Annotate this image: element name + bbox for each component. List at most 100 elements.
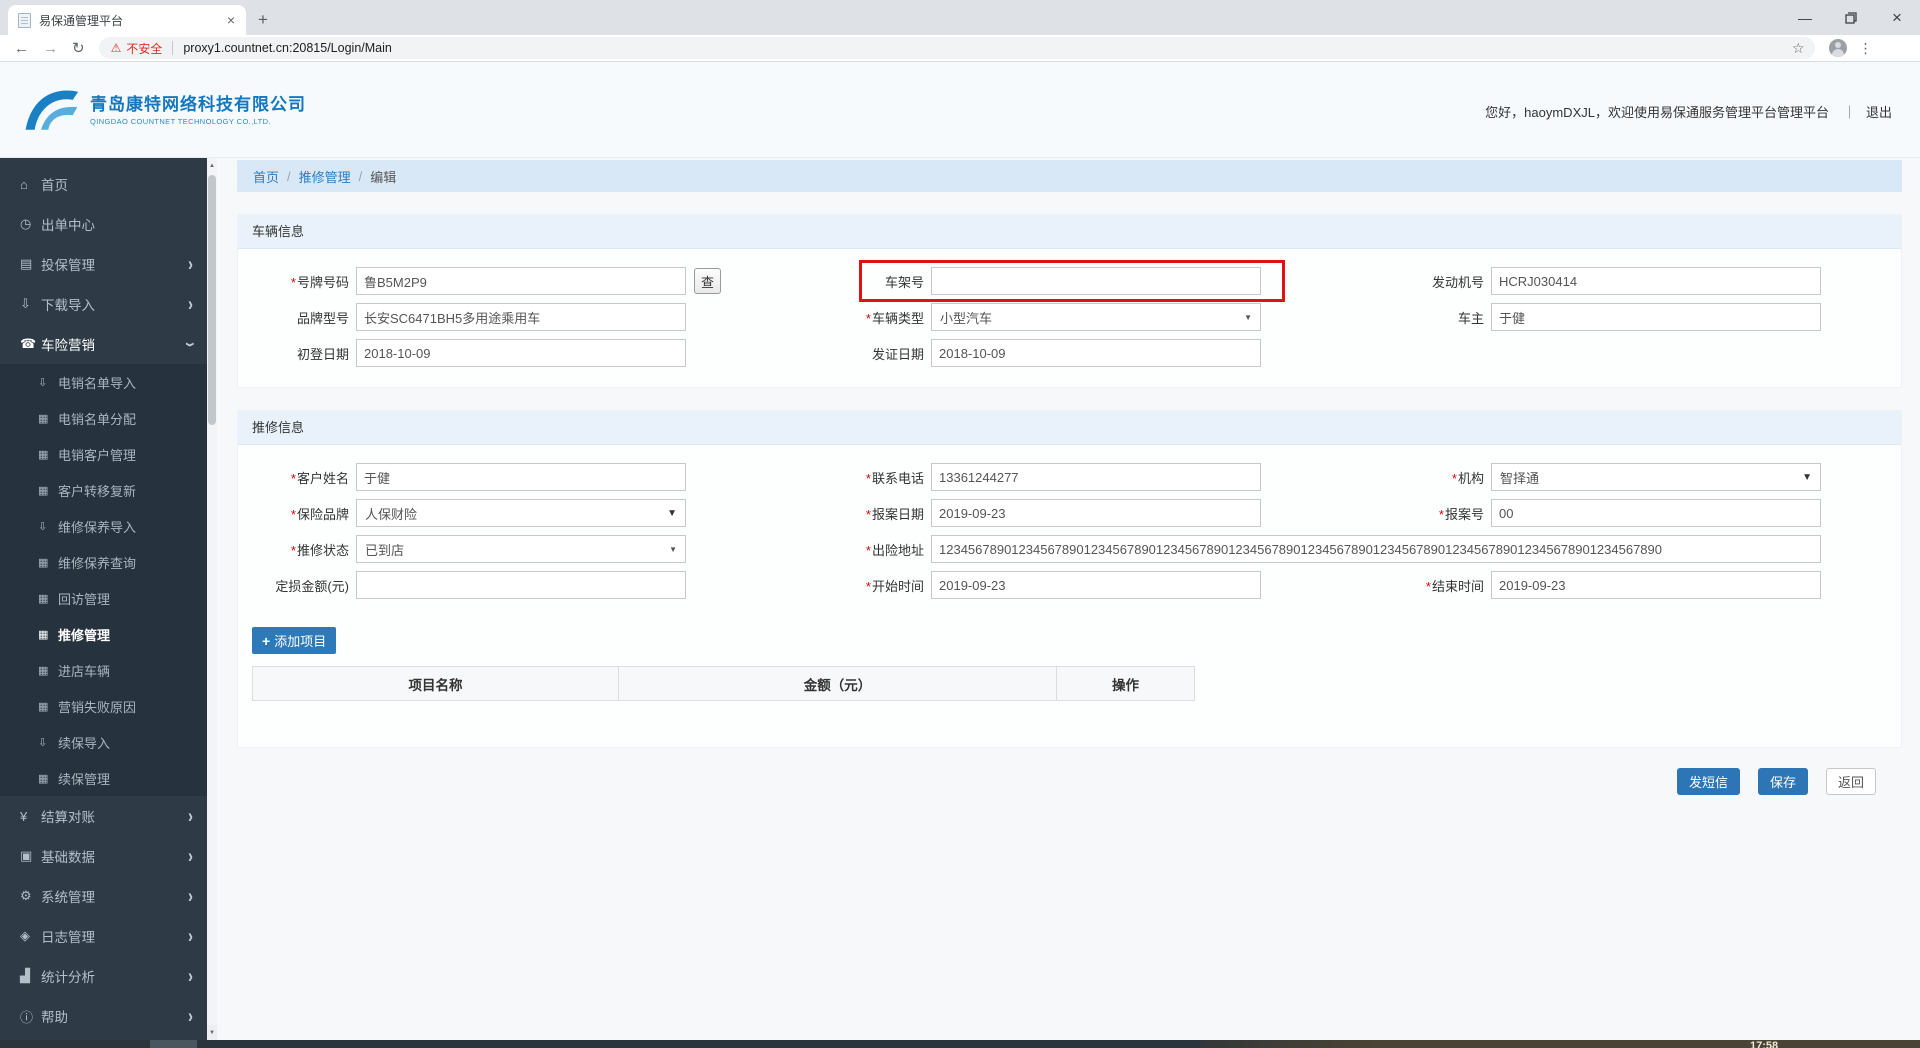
scroll-down-icon[interactable]: ▼ <box>207 1025 217 1040</box>
accident-address-label: 出险地址 <box>871 542 924 558</box>
browser-tab[interactable]: 易保通管理平台 × <box>8 5 246 35</box>
chevron-right-icon: › <box>188 1004 193 1028</box>
insurer-brand-select[interactable]: 人保财险 ▼ <box>356 499 686 527</box>
contact-phone-input[interactable] <box>931 463 1261 491</box>
select-arrow-icon: ▼ <box>1244 312 1252 322</box>
accident-address-input[interactable] <box>931 535 1821 563</box>
select-arrow-icon: ▼ <box>1802 471 1812 483</box>
contact-phone-label: 联系电话 <box>871 470 924 486</box>
grid-icon: ▦ <box>38 412 49 425</box>
grid-icon: ▦ <box>38 448 49 461</box>
tab-close-icon[interactable]: × <box>224 12 238 28</box>
download-icon: ⇩ <box>20 296 31 311</box>
horizontal-scrollbar-thumb[interactable] <box>150 1040 197 1048</box>
reload-icon[interactable]: ↻ <box>72 39 85 57</box>
vin-input[interactable] <box>931 267 1261 295</box>
start-time-label: 开始时间 <box>871 578 924 594</box>
engine-number-input[interactable] <box>1491 267 1821 295</box>
submenu-maintenance-query[interactable]: ▦ 维修保养查询 <box>0 544 207 580</box>
bottom-scrollbar-strip[interactable]: 17:58 <box>0 1040 1920 1048</box>
omnibox-divider <box>172 41 174 55</box>
bookmark-star-icon[interactable]: ☆ <box>1792 40 1805 57</box>
report-date-label: 报案日期 <box>871 506 924 522</box>
window-minimize-button[interactable]: — <box>1782 0 1828 35</box>
sidebar-item-base-data[interactable]: ▣ 基础数据 › <box>0 836 207 876</box>
scroll-up-icon[interactable]: ▲ <box>207 158 217 173</box>
breadcrumb: 首页 / 推修管理 / 编辑 <box>237 160 1902 192</box>
sidebar-item-order-center[interactable]: ◷ 出单中心 <box>0 204 207 244</box>
submenu-customer-transfer[interactable]: ▦ 客户转移复新 <box>0 472 207 508</box>
back-icon[interactable]: ← <box>14 40 29 57</box>
sidebar-item-statistics[interactable]: ▟ 统计分析 › <box>0 956 207 996</box>
forward-icon[interactable]: → <box>43 40 58 57</box>
grid-icon: ▦ <box>38 556 49 569</box>
browser-profile-avatar[interactable] <box>1828 39 1847 57</box>
customer-name-input[interactable] <box>356 463 686 491</box>
sidebar-item-system-mgmt[interactable]: ⚙ 系统管理 › <box>0 876 207 916</box>
window-close-button[interactable]: × <box>1874 0 1920 35</box>
add-item-button[interactable]: + 添加项目 <box>252 627 337 654</box>
col-amount: 金额（元） <box>618 666 1057 701</box>
brand-model-input[interactable] <box>356 303 686 331</box>
organization-select[interactable]: 智择通 ▼ <box>1491 463 1821 491</box>
not-secure-label[interactable]: 不安全 <box>126 40 162 57</box>
sidebar-item-download-import[interactable]: ⇩ 下载导入 › <box>0 284 207 324</box>
submenu-telesales-list-assign[interactable]: ▦ 电销名单分配 <box>0 400 207 436</box>
submenu-telesales-list-import[interactable]: ⇩ 电销名单导入 <box>0 364 207 400</box>
back-button[interactable]: 返回 <box>1825 768 1876 795</box>
scrollbar-thumb[interactable] <box>208 175 216 425</box>
not-secure-warning-icon[interactable]: ⚠ <box>111 41 122 55</box>
new-tab-button[interactable]: + <box>258 5 268 35</box>
window-restore-button[interactable] <box>1828 0 1874 35</box>
sidebar-item-insurance-mgmt[interactable]: ▤ 投保管理 › <box>0 244 207 284</box>
loss-amount-input[interactable] <box>356 571 686 599</box>
site-header: 青岛康特网络科技有限公司 QINGDAO COUNTNET TECHNOLOGY… <box>0 62 1920 158</box>
submenu-renewal-mgmt[interactable]: ▦ 续保管理 <box>0 760 207 796</box>
vehicle-type-select[interactable]: 小型汽车 ▼ <box>931 303 1261 331</box>
send-sms-button[interactable]: 发短信 <box>1676 768 1740 795</box>
phone-icon: ☎ <box>20 336 37 351</box>
order-center-icon: ◷ <box>20 216 32 231</box>
submenu-repair-referral-mgmt[interactable]: ▦ 推修管理 <box>0 616 207 652</box>
organization-label: 机构 <box>1457 470 1484 486</box>
submenu-marketing-failure-reason[interactable]: ▦ 营销失败原因 <box>0 688 207 724</box>
sidebar-item-auto-insurance-marketing[interactable]: ☎ 车险营销 › <box>0 324 207 364</box>
submenu-telesales-customer-mgmt[interactable]: ▦ 电销客户管理 <box>0 436 207 472</box>
save-button[interactable]: 保存 <box>1757 768 1808 795</box>
url-field[interactable]: ⚠ 不安全 proxy1.countnet.cn:20815/Login/Mai… <box>98 37 1815 59</box>
breadcrumb-section[interactable]: 推修管理 <box>299 167 351 186</box>
chevron-down-icon: › <box>179 341 202 347</box>
submenu-maintenance-import[interactable]: ⇩ 维修保养导入 <box>0 508 207 544</box>
browser-menu-icon[interactable]: ⋮ <box>1859 40 1873 57</box>
browser-tab-strip: 易保通管理平台 × + — × <box>0 0 1920 35</box>
sidebar-item-log-mgmt[interactable]: ◈ 日志管理 › <box>0 916 207 956</box>
sidebar-item-settlement[interactable]: ¥ 结算对账 › <box>0 796 207 836</box>
submenu-instore-vehicles[interactable]: ▦ 进店车辆 <box>0 652 207 688</box>
main-content: 首页 / 推修管理 / 编辑 车辆信息 *号牌号码 查 车架号 发动机号 <box>217 158 1920 1040</box>
vin-label: 车架号 <box>884 274 924 290</box>
submenu-renewal-import[interactable]: ⇩ 续保导入 <box>0 724 207 760</box>
sidebar-item-home[interactable]: ⌂ 首页 <box>0 164 207 204</box>
issue-date-input[interactable] <box>931 339 1261 367</box>
report-number-input[interactable] <box>1491 499 1821 527</box>
plate-number-input[interactable] <box>356 267 686 295</box>
breadcrumb-home[interactable]: 首页 <box>253 167 279 186</box>
logout-link[interactable]: 退出 <box>1866 102 1892 121</box>
owner-input[interactable] <box>1491 303 1821 331</box>
header-divider: ｜ <box>1842 105 1856 120</box>
sidebar-item-help[interactable]: ⓘ 帮助 › <box>0 996 207 1036</box>
owner-label: 车主 <box>1457 310 1484 326</box>
first-reg-date-input[interactable] <box>356 339 686 367</box>
download-icon: ⇩ <box>38 520 48 533</box>
start-time-input[interactable] <box>931 571 1261 599</box>
logo-swoosh-icon <box>25 90 79 130</box>
sidebar-scrollbar[interactable]: ▲ ▼ <box>207 158 217 1040</box>
plate-query-button[interactable]: 查 <box>694 268 721 294</box>
engine-number-label: 发动机号 <box>1431 274 1484 290</box>
report-date-input[interactable] <box>931 499 1261 527</box>
submenu-followup-mgmt[interactable]: ▦ 回访管理 <box>0 580 207 616</box>
url-text[interactable]: proxy1.countnet.cn:20815/Login/Main <box>183 41 1792 55</box>
tag-icon: ◈ <box>20 928 30 943</box>
repair-status-select[interactable]: 已到店 ▼ <box>356 535 686 563</box>
end-time-input[interactable] <box>1491 571 1821 599</box>
